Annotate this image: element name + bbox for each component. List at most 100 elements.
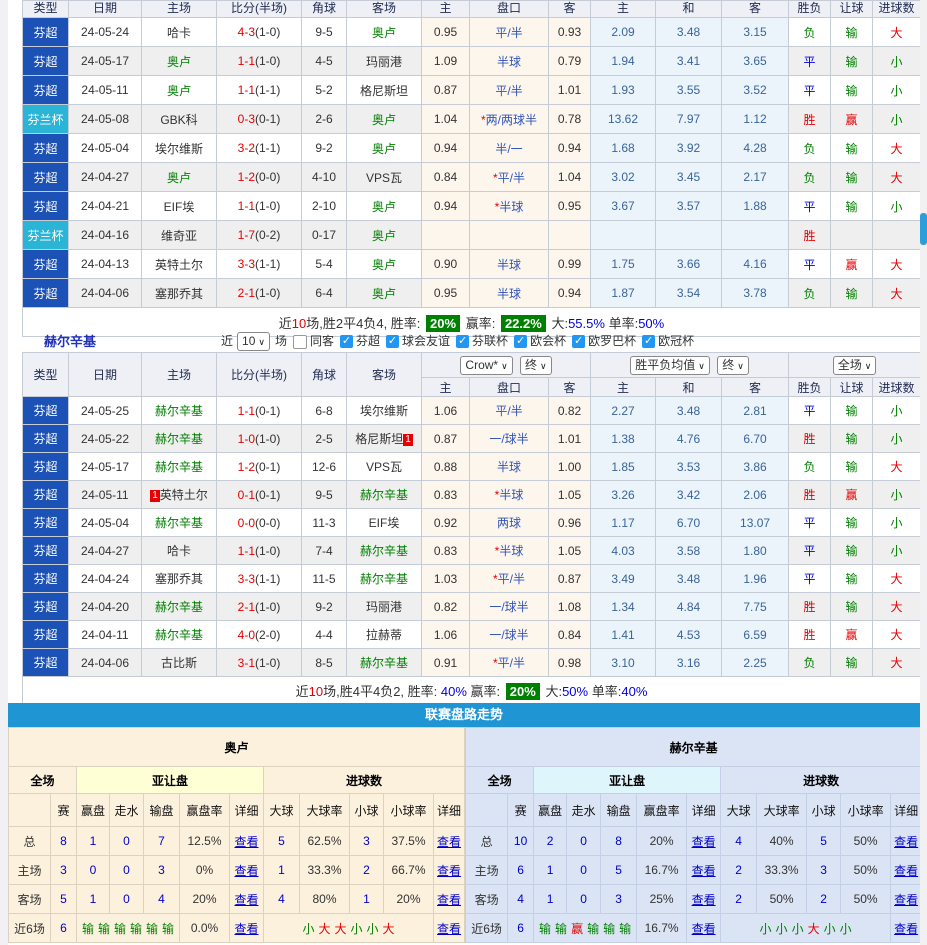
detail-link[interactable]: 查看 xyxy=(891,885,922,914)
home-team-cell[interactable]: 赫尔辛基 xyxy=(142,453,217,481)
win-rate: 25% xyxy=(637,885,687,914)
home-team-cell[interactable]: 赫尔辛基 xyxy=(142,621,217,649)
detail-link[interactable]: 查看 xyxy=(891,827,922,856)
detail-link[interactable]: 查看 xyxy=(687,856,721,885)
detail-link[interactable]: 查看 xyxy=(230,856,264,885)
home-team-cell[interactable]: 埃尔维斯 xyxy=(142,134,217,163)
home-team-cell[interactable]: 赫尔辛基 xyxy=(142,425,217,453)
league-cell: 芬超 xyxy=(23,47,69,76)
detail-link[interactable]: 查看 xyxy=(687,885,721,914)
page-scrollbar[interactable] xyxy=(920,0,927,945)
home-team-cell[interactable]: EIF埃 xyxy=(142,192,217,221)
goals-result-cell: 小 xyxy=(873,47,921,76)
away-team-cell[interactable]: 赫尔辛基 xyxy=(347,481,422,509)
scope-select[interactable]: 全场∨ xyxy=(833,356,877,375)
home-team-cell[interactable]: 塞那乔其 xyxy=(142,565,217,593)
away-team-cell[interactable]: 格尼斯坦1 xyxy=(347,425,422,453)
home-team-cell[interactable]: 古比斯 xyxy=(142,649,217,677)
detail-link[interactable]: 查看 xyxy=(891,914,922,943)
date-cell: 24-05-24 xyxy=(69,18,142,47)
col-header-eu-draw: 和 xyxy=(656,1,722,18)
col-header-detail: 详细 xyxy=(687,794,721,827)
home-team-cell[interactable]: GBK科 xyxy=(142,105,217,134)
result-cell: 负 xyxy=(789,279,831,308)
odds-time-select[interactable]: 终∨ xyxy=(520,356,552,375)
away-team-cell[interactable]: 格尼斯坦 xyxy=(347,76,422,105)
league-checkbox-3[interactable]: ✓ xyxy=(514,335,527,348)
away-team-cell[interactable]: EIF埃 xyxy=(347,509,422,537)
away-team-cell[interactable]: 赫尔辛基 xyxy=(347,537,422,565)
ah-home-odds-cell: 0.83 xyxy=(422,537,470,565)
detail-link[interactable]: 查看 xyxy=(891,856,922,885)
euro-time-select[interactable]: 终∨ xyxy=(717,356,749,375)
detail-link[interactable]: 查看 xyxy=(434,914,465,943)
corners-cell: 2-10 xyxy=(302,192,347,221)
scrollbar-thumb[interactable] xyxy=(920,213,927,245)
home-team-cell[interactable]: 哈卡 xyxy=(142,537,217,565)
league-checkbox-4[interactable]: ✓ xyxy=(572,335,585,348)
lose-count: 4 xyxy=(144,885,180,914)
league-checkbox-0[interactable]: ✓ xyxy=(340,335,353,348)
euro-home-odds-cell: 2.09 xyxy=(591,18,656,47)
away-team-cell[interactable]: 玛丽港 xyxy=(347,593,422,621)
league-checkbox-1[interactable]: ✓ xyxy=(386,335,399,348)
recent-count-select[interactable]: 10∨ xyxy=(237,332,270,351)
home-team-cell[interactable]: 赫尔辛基 xyxy=(142,593,217,621)
date-cell: 24-04-27 xyxy=(69,537,142,565)
fulltime-group-header: 全场 xyxy=(9,767,77,794)
helsinki-team-link[interactable]: 赫尔辛基 xyxy=(44,331,96,352)
detail-link[interactable]: 查看 xyxy=(434,856,465,885)
trend-row: 主场610516.7%查看233.3%350%查看 xyxy=(466,856,922,885)
detail-link[interactable]: 查看 xyxy=(230,914,264,943)
away-team-cell[interactable]: 赫尔辛基 xyxy=(347,649,422,677)
home-team-cell[interactable]: 奥卢 xyxy=(142,163,217,192)
detail-link[interactable]: 查看 xyxy=(230,827,264,856)
match-row: 芬超24-04-21EIF埃1-1(1-0)2-10奥卢0.94*半球0.953… xyxy=(23,192,921,221)
home-team-cell[interactable]: 奥卢 xyxy=(142,47,217,76)
detail-link[interactable]: 查看 xyxy=(687,914,721,943)
home-team-cell[interactable]: 赫尔辛基 xyxy=(142,509,217,537)
detail-link[interactable]: 查看 xyxy=(434,885,465,914)
euro-home-odds-cell: 1.41 xyxy=(591,621,656,649)
detail-link[interactable]: 查看 xyxy=(434,827,465,856)
home-team-cell[interactable]: 英特土尔 xyxy=(142,250,217,279)
same-opponent-checkbox[interactable] xyxy=(293,335,307,349)
profit-rate-badge: 22.2% xyxy=(501,315,546,332)
away-team-cell[interactable]: 奥卢 xyxy=(347,279,422,308)
handicap-result-cell: 输 xyxy=(831,47,873,76)
euro-source-select[interactable]: 胜平负均值∨ xyxy=(630,356,710,375)
home-team-cell[interactable]: 赫尔辛基 xyxy=(142,397,217,425)
recent-trend-row: 近6场6输输赢输输输16.7%查看小小小大小小查看 xyxy=(466,914,922,943)
away-team-cell[interactable]: 奥卢 xyxy=(347,192,422,221)
lose-count: 8 xyxy=(601,827,637,856)
win-count: 0 xyxy=(77,856,110,885)
away-team-cell[interactable]: VPS瓦 xyxy=(347,453,422,481)
away-team-cell[interactable]: VPS瓦 xyxy=(347,163,422,192)
league-label-3: 欧会杯 xyxy=(530,331,566,352)
home-team-cell[interactable]: 奥卢 xyxy=(142,76,217,105)
away-team-cell[interactable]: 赫尔辛基 xyxy=(347,565,422,593)
away-team-cell[interactable]: 奥卢 xyxy=(347,105,422,134)
euro-home-odds-cell: 4.03 xyxy=(591,537,656,565)
league-checkbox-2[interactable]: ✓ xyxy=(456,335,469,348)
away-team-cell[interactable]: 奥卢 xyxy=(347,134,422,163)
asian-odds-controls: Crow*∨ 终∨ xyxy=(422,353,591,378)
home-team-cell[interactable]: 维奇亚 xyxy=(142,221,217,250)
away-team-cell[interactable]: 埃尔维斯 xyxy=(347,397,422,425)
league-checkbox-5[interactable]: ✓ xyxy=(642,335,655,348)
away-team-cell[interactable]: 拉赫蒂 xyxy=(347,621,422,649)
score-cell: 1-0(1-0) xyxy=(217,425,302,453)
away-team-cell[interactable]: 奥卢 xyxy=(347,221,422,250)
detail-link[interactable]: 查看 xyxy=(230,885,264,914)
handicap-cell: 半/一 xyxy=(470,134,549,163)
away-team-cell[interactable]: 玛丽港 xyxy=(347,47,422,76)
home-team-cell[interactable]: 塞那乔其 xyxy=(142,279,217,308)
league-cell: 芬兰杯 xyxy=(23,221,69,250)
euro-draw-odds-cell xyxy=(656,221,722,250)
home-team-cell[interactable]: 哈卡 xyxy=(142,18,217,47)
detail-link[interactable]: 查看 xyxy=(687,827,721,856)
away-team-cell[interactable]: 奥卢 xyxy=(347,250,422,279)
home-team-cell[interactable]: 1英特土尔 xyxy=(142,481,217,509)
odds-source-select[interactable]: Crow*∨ xyxy=(460,356,512,375)
away-team-cell[interactable]: 奥卢 xyxy=(347,18,422,47)
